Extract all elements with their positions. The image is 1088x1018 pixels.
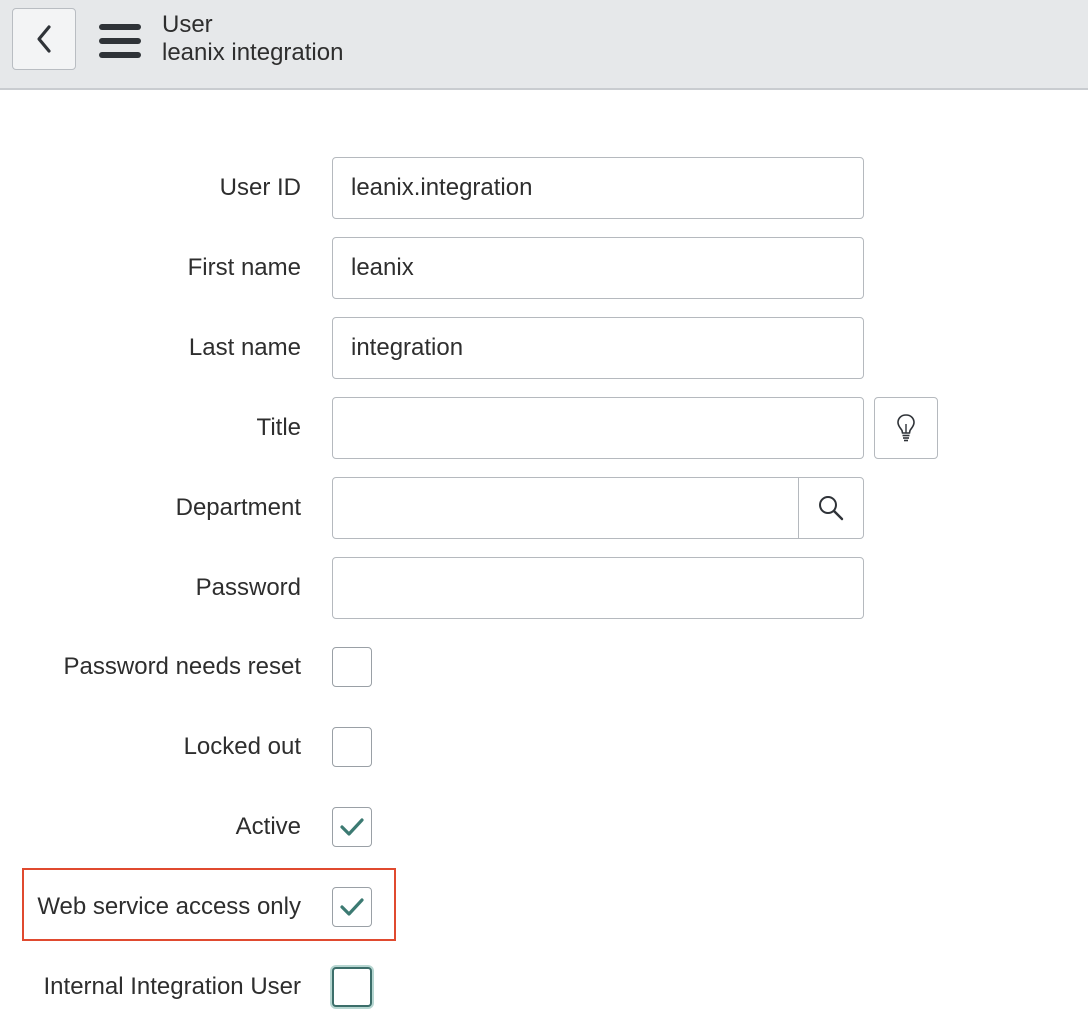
field-row-title: Title <box>0 397 1088 459</box>
department-input[interactable] <box>332 477 800 539</box>
title-input[interactable] <box>332 397 864 459</box>
back-button[interactable] <box>12 8 76 70</box>
form-header: User leanix integration <box>0 0 1088 90</box>
web-service-access-only-label: Web service access only <box>37 893 301 920</box>
field-row-password: Password <box>0 557 1088 619</box>
password-needs-reset-label: Password needs reset <box>63 653 301 680</box>
internal-integration-user-label: Internal Integration User <box>43 973 301 1000</box>
internal-integration-user-checkbox[interactable] <box>332 967 372 1007</box>
password-label: Password <box>195 574 301 601</box>
last-name-input[interactable]: integration <box>332 317 864 379</box>
field-row-password-needs-reset: Password needs reset <box>0 636 1088 698</box>
checkmark-icon <box>340 898 364 916</box>
field-row-department: Department <box>0 477 1088 539</box>
department-label: Department <box>175 494 301 521</box>
hamburger-menu-icon[interactable] <box>99 24 141 58</box>
locked-out-checkbox[interactable] <box>332 727 372 767</box>
lightbulb-icon <box>897 414 915 442</box>
field-row-active: Active <box>0 796 1088 858</box>
field-row-first-name: First name leanix <box>0 237 1088 299</box>
chevron-left-icon <box>37 25 51 53</box>
user-id-input[interactable]: leanix.integration <box>332 157 864 219</box>
page-subtitle: leanix integration <box>162 39 344 66</box>
password-needs-reset-checkbox[interactable] <box>332 647 372 687</box>
field-row-internal-integration-user: Internal Integration User <box>0 956 1088 1018</box>
active-checkbox[interactable] <box>332 807 372 847</box>
checkmark-icon <box>340 818 364 836</box>
web-service-access-only-checkbox[interactable] <box>332 887 372 927</box>
field-row-locked-out: Locked out <box>0 716 1088 778</box>
first-name-label: First name <box>187 254 301 281</box>
last-name-label: Last name <box>188 334 301 361</box>
user-id-label: User ID <box>219 174 301 201</box>
field-row-last-name: Last name integration <box>0 317 1088 379</box>
password-input[interactable] <box>332 557 864 619</box>
field-row-user-id: User ID leanix.integration <box>0 157 1088 219</box>
department-lookup-button[interactable] <box>798 477 864 539</box>
search-icon <box>819 496 844 521</box>
active-label: Active <box>235 813 301 840</box>
page-title: User <box>162 11 213 38</box>
first-name-input[interactable]: leanix <box>332 237 864 299</box>
field-row-web-service-access-only: Web service access only <box>0 876 1088 938</box>
title-label: Title <box>256 414 301 441</box>
suggestion-button[interactable] <box>874 397 938 459</box>
locked-out-label: Locked out <box>183 733 301 760</box>
